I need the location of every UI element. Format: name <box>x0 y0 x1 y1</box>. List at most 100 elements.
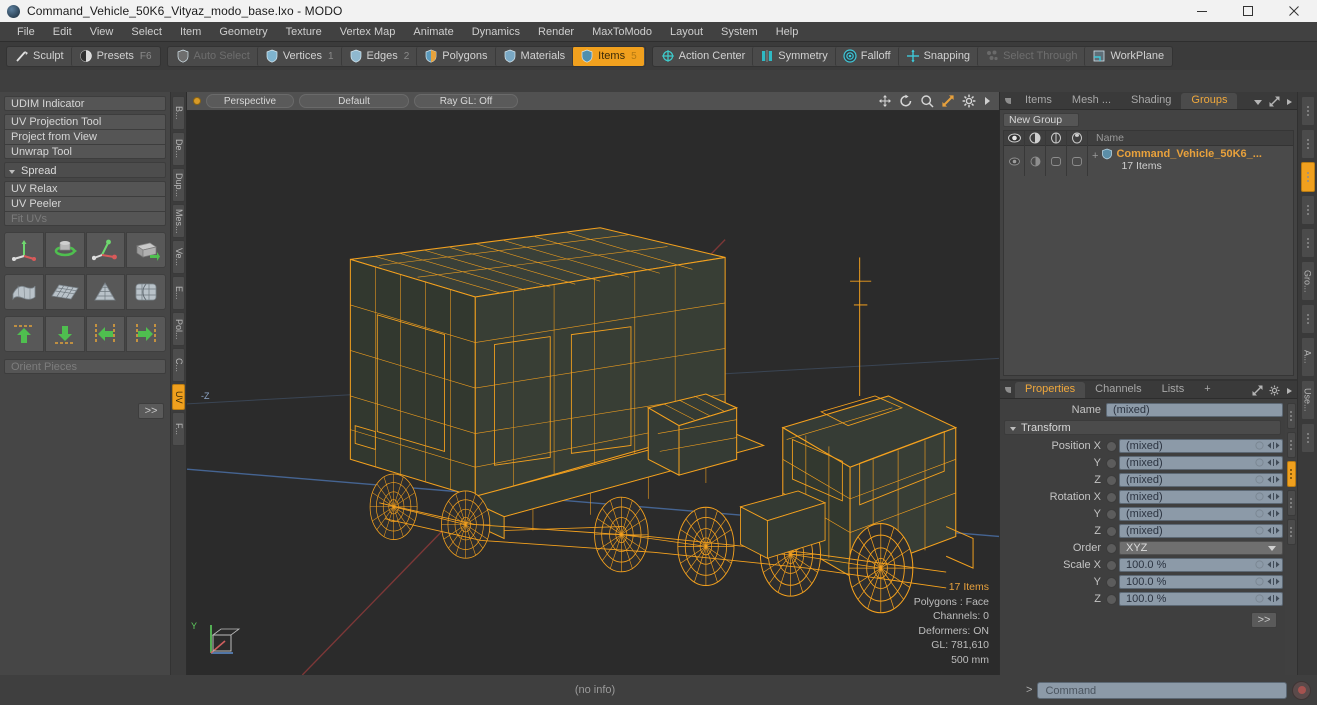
viewport-canvas[interactable]: 17 Items Polygons : Face Channels: 0 Deform… <box>187 111 999 675</box>
menu-item-maxtomodo[interactable]: MaxToModo <box>583 22 661 42</box>
table-row[interactable]: + Command_Vehicle_50K6_... 17 Items <box>1004 146 1293 176</box>
toolbar-button-snapping[interactable]: Snapping <box>897 46 978 66</box>
properties-strip-cell[interactable] <box>1286 519 1296 545</box>
row-eye-toggle[interactable] <box>1004 146 1025 176</box>
left-vtab-b[interactable]: B... <box>172 96 185 130</box>
axis-gizmo[interactable] <box>199 613 247 661</box>
uv-sphere-icon[interactable] <box>126 274 166 310</box>
arrow-right-icon[interactable] <box>983 94 991 108</box>
right-vtab-dots-2[interactable] <box>1300 162 1315 192</box>
right-vtab-gro[interactable]: Gro... <box>1300 261 1315 301</box>
left-vtab-f[interactable]: F... <box>172 412 185 446</box>
menu-item-system[interactable]: System <box>712 22 767 42</box>
udim-indicator-button[interactable]: UDIM Indicator <box>4 96 166 111</box>
uv-relax-button[interactable]: UV Relax <box>4 181 166 196</box>
uv-peeler-button[interactable]: UV Peeler <box>4 196 166 211</box>
properties-strip-cell[interactable] <box>1286 403 1296 429</box>
right-vtab-dots-3[interactable] <box>1300 195 1315 225</box>
property-value-field[interactable]: (mixed) <box>1119 439 1283 453</box>
properties-strip-cell[interactable] <box>1286 490 1296 516</box>
rotate-icon[interactable] <box>899 94 913 108</box>
menu-item-help[interactable]: Help <box>767 22 808 42</box>
right-vtab-use[interactable]: Use... <box>1300 380 1315 420</box>
left-vtab-uv[interactable]: UV <box>172 384 185 410</box>
menu-item-select[interactable]: Select <box>122 22 171 42</box>
property-channel-toggle[interactable] <box>1106 525 1117 537</box>
toolbar-button-symmetry[interactable]: Symmetry <box>752 46 835 66</box>
property-channel-toggle[interactable] <box>1106 508 1117 520</box>
property-value-field[interactable]: (mixed) <box>1119 473 1283 487</box>
panel-menu-icon[interactable] <box>1004 93 1013 109</box>
left-vtab-c[interactable]: C... <box>172 348 185 382</box>
menu-item-layout[interactable]: Layout <box>661 22 712 42</box>
menu-item-edit[interactable]: Edit <box>44 22 81 42</box>
group-item[interactable]: + Command_Vehicle_50K6_... 17 Items <box>1088 146 1293 172</box>
scale-uv-icon[interactable] <box>85 232 126 268</box>
uv-wrap-icon[interactable] <box>4 274 44 310</box>
row-render-toggle[interactable] <box>1025 146 1046 176</box>
toolbar-button-sculpt[interactable]: Sculpt <box>8 47 71 66</box>
menu-item-file[interactable]: File <box>8 22 44 42</box>
move-uv-icon[interactable] <box>4 232 44 268</box>
property-value-field[interactable]: (mixed) <box>1119 524 1283 538</box>
property-spinner[interactable] <box>1255 509 1280 518</box>
tab-mesh[interactable]: Mesh ... <box>1062 93 1121 109</box>
zoom-icon[interactable] <box>920 94 934 108</box>
tab-groups[interactable]: Groups <box>1181 93 1238 109</box>
properties-strip-cell[interactable] <box>1286 432 1296 458</box>
left-vtab-dup[interactable]: Dup... <box>172 168 185 202</box>
align-up-icon[interactable] <box>4 316 44 352</box>
render-icon[interactable] <box>1025 130 1046 146</box>
row-shade-toggle[interactable] <box>1067 146 1088 176</box>
properties-strip-cell[interactable] <box>1286 461 1296 487</box>
menu-item-texture[interactable]: Texture <box>277 22 331 42</box>
property-spinner[interactable] <box>1255 560 1280 569</box>
chevron-down-icon[interactable] <box>1268 546 1276 551</box>
menu-item-render[interactable]: Render <box>529 22 583 42</box>
property-channel-toggle[interactable] <box>1106 491 1117 503</box>
orient-pieces-button[interactable]: Orient Pieces <box>4 359 166 374</box>
toolbar-button-auto-select[interactable]: Auto Select <box>169 47 257 66</box>
toolbar-button-action-center[interactable]: Action Center <box>654 47 753 66</box>
properties-more-button[interactable]: >> <box>1251 612 1277 628</box>
pan-icon[interactable] <box>878 94 892 108</box>
left-vtab-e[interactable]: E... <box>172 276 185 310</box>
property-value-field[interactable]: 100.0 % <box>1119 575 1283 589</box>
property-spinner[interactable] <box>1255 526 1280 535</box>
property-value-field[interactable]: (mixed) <box>1119 490 1283 504</box>
left-vtab-pol[interactable]: Pol... <box>172 312 185 346</box>
toolbar-button-select-through[interactable]: Select Through <box>977 46 1084 66</box>
property-spinner[interactable] <box>1255 594 1280 603</box>
toolbar-button-polygons[interactable]: Polygons <box>416 46 494 66</box>
viewport-view-mode-button[interactable]: Perspective <box>206 94 294 108</box>
name-field[interactable]: (mixed) <box>1106 403 1283 417</box>
uv-grid-icon[interactable] <box>44 274 85 310</box>
right-vtab-dots-1[interactable] <box>1300 129 1315 159</box>
menu-item-item[interactable]: Item <box>171 22 210 42</box>
menu-item-animate[interactable]: Animate <box>404 22 462 42</box>
minimize-button[interactable] <box>1179 0 1225 22</box>
gear-icon[interactable] <box>962 94 976 108</box>
expand-toggle-icon[interactable]: + <box>1092 148 1098 162</box>
menu-item-view[interactable]: View <box>81 22 123 42</box>
left-panel-more-button[interactable]: >> <box>138 403 164 419</box>
tab-shading[interactable]: Shading <box>1121 93 1181 109</box>
property-channel-toggle[interactable] <box>1106 440 1117 452</box>
tab-[interactable]: + <box>1194 382 1220 398</box>
left-vtab-mes[interactable]: Mes... <box>172 204 185 238</box>
toolbar-button-materials[interactable]: Materials <box>494 46 573 66</box>
wireframe-icon[interactable] <box>1046 130 1067 146</box>
property-channel-toggle[interactable] <box>1106 474 1117 486</box>
property-value-field[interactable]: 100.0 % <box>1119 558 1283 572</box>
right-vtab-dots-9[interactable] <box>1300 423 1315 453</box>
command-input[interactable]: Command <box>1037 681 1287 699</box>
property-spinner[interactable] <box>1255 458 1280 467</box>
panel-menu-icon[interactable] <box>1004 382 1013 398</box>
tab-items[interactable]: Items <box>1015 93 1062 109</box>
unwrap-tool-button[interactable]: Unwrap Tool <box>4 144 166 159</box>
arrow-right-icon[interactable] <box>1286 97 1293 107</box>
spread-group-header[interactable]: Spread <box>4 162 166 178</box>
gear-icon[interactable] <box>1269 385 1280 396</box>
property-channel-toggle[interactable] <box>1106 542 1117 554</box>
property-spinner[interactable] <box>1255 577 1280 586</box>
